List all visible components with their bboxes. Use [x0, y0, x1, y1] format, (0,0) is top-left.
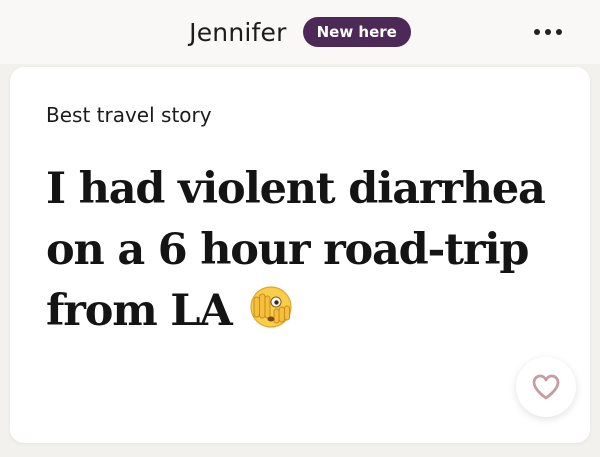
- ellipsis-icon: [534, 29, 540, 35]
- answer-line-text: from LA: [46, 286, 233, 336]
- profile-header: Jennifer New here: [0, 0, 600, 64]
- new-here-badge: New here: [302, 17, 411, 47]
- like-button[interactable]: [516, 357, 576, 417]
- user-name: Jennifer: [189, 17, 287, 47]
- header-title-group: Jennifer New here: [0, 14, 600, 50]
- more-options-button[interactable]: [524, 18, 572, 46]
- answer-line: I had violent diarrhea: [46, 164, 546, 214]
- prompt-answer: I had violent diarrhea on a 6 hour road-…: [46, 159, 546, 342]
- answer-line: on a 6 hour road-trip: [46, 225, 529, 275]
- prompt-label: Best travel story: [46, 103, 212, 127]
- ellipsis-icon: [556, 29, 562, 35]
- face-with-hand-over-eyes-emoji-icon: [249, 285, 293, 329]
- ellipsis-icon: [545, 29, 551, 35]
- heart-outline-icon: [532, 374, 560, 400]
- answer-line-last: from LA: [46, 281, 546, 342]
- prompt-card: Best travel story I had violent diarrhea…: [10, 67, 590, 443]
